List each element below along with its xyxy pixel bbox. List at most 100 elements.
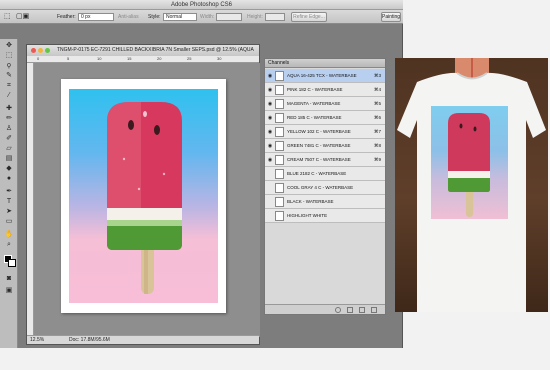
vertical-ruler[interactable] xyxy=(27,63,34,337)
antialias-checkbox[interactable]: Anti-alias xyxy=(118,14,139,20)
lasso-tool-icon[interactable]: ϙ xyxy=(4,62,14,70)
style-select[interactable]: Normal xyxy=(163,13,197,21)
eye-icon[interactable] xyxy=(267,199,273,205)
channel-thumbnail xyxy=(275,211,284,221)
channel-name: HIGHLIGHT WHITE xyxy=(287,213,328,218)
eye-icon[interactable] xyxy=(267,171,273,177)
close-icon[interactable] xyxy=(31,48,36,53)
channel-row[interactable]: HIGHLIGHT WHITE xyxy=(265,209,385,223)
new-channel-icon[interactable] xyxy=(359,307,365,313)
workspace-switcher[interactable]: Painting xyxy=(381,12,401,22)
pen-tool-icon[interactable]: ✒ xyxy=(4,188,14,196)
watermelon-popsicle-image xyxy=(107,102,182,294)
refine-edge-button[interactable]: Refine Edge... xyxy=(291,12,327,22)
history-brush-icon[interactable]: ✐ xyxy=(4,135,14,143)
ruler-tick: 5 xyxy=(67,56,70,61)
app-title: Adobe Photoshop CS6 xyxy=(170,2,233,8)
ruler-tick: 20 xyxy=(157,56,162,61)
tshirt-mockup-photo xyxy=(395,58,548,312)
document-tab[interactable]: TNGM-P-0175 EC-7291 CHILLED BACKXIBRIA 7… xyxy=(27,45,259,56)
load-selection-icon[interactable] xyxy=(335,307,341,313)
gradient-tool-icon[interactable]: ▤ xyxy=(4,155,14,163)
channel-shortcut: ⌘9 xyxy=(373,157,381,162)
channel-row[interactable]: ◉ RED 185 C - WATERBASE ⌘6 xyxy=(265,111,385,125)
channel-thumbnail xyxy=(275,183,284,193)
eye-icon[interactable]: ◉ xyxy=(267,101,273,107)
printed-popsicle-image xyxy=(448,113,490,217)
channel-row[interactable]: BLACK - WATERBASE xyxy=(265,195,385,209)
document-status-bar: 12.5% Doc: 17.8M/95.6M xyxy=(27,335,259,344)
feather-label: Feather: xyxy=(57,14,76,20)
channels-tab[interactable]: Channels xyxy=(265,59,385,68)
channel-name: RED 185 C - WATERBASE xyxy=(287,115,342,120)
zoom-window-icon[interactable] xyxy=(45,48,50,53)
channel-shortcut: ⌘3 xyxy=(373,73,381,78)
crop-tool-icon[interactable]: ⌗ xyxy=(4,82,14,90)
hand-tool-icon[interactable]: ✋ xyxy=(4,231,14,239)
channel-thumbnail xyxy=(275,113,284,123)
trash-icon[interactable] xyxy=(371,307,377,313)
quick-mask-icon[interactable]: ◙ xyxy=(4,275,14,283)
quick-select-icon[interactable]: ✎ xyxy=(4,72,14,80)
channel-shortcut: ⌘4 xyxy=(373,87,381,92)
channel-row[interactable]: ◉ CREAM 7507 C - WATERBASE ⌘9 xyxy=(265,153,385,167)
move-tool-icon[interactable]: ✥ xyxy=(4,42,14,50)
save-selection-icon[interactable] xyxy=(347,307,353,313)
ruler-tick: 15 xyxy=(127,56,132,61)
channel-row[interactable]: ◉ GREEN 7481 C - WATERBASE ⌘8 xyxy=(265,139,385,153)
healing-brush-icon[interactable]: ✚ xyxy=(4,105,14,113)
document-title: TNGM-P-0175 EC-7291 CHILLED BACKXIBRIA 7… xyxy=(57,47,254,53)
screen-mode-icon[interactable]: ▣ xyxy=(4,287,14,295)
channel-row[interactable]: COOL GRAY 4 C - WATERBASE xyxy=(265,181,385,195)
channel-name: MAGENTA - WATERBASE xyxy=(287,101,341,106)
eye-icon[interactable]: ◉ xyxy=(267,143,273,149)
eye-icon[interactable] xyxy=(267,185,273,191)
tools-panel: ✥ ⬚ ϙ ✎ ⌗ ⁄ ✚ ✏ ♙ ✐ ▱ ▤ ◆ ● ✒ T ➤ ▭ ✋ ⌕ … xyxy=(0,39,18,348)
dodge-tool-icon[interactable]: ● xyxy=(4,175,14,183)
channel-row[interactable]: ◉ YELLOW 102 C - WATERBASE ⌘7 xyxy=(265,125,385,139)
channel-name: GREEN 7481 C - WATERBASE xyxy=(287,143,351,148)
document-size[interactable]: Doc: 17.8M/95.6M xyxy=(69,336,110,345)
clone-stamp-icon[interactable]: ♙ xyxy=(4,125,14,133)
channel-row[interactable]: ◉ PINK 182 C - WATERBASE ⌘4 xyxy=(265,83,385,97)
shape-tool-icon[interactable]: ▭ xyxy=(4,218,14,226)
selection-mode-icon[interactable]: ▢▣ xyxy=(16,12,29,20)
height-label: Height: xyxy=(247,14,263,20)
document-page xyxy=(61,79,226,313)
eye-icon[interactable]: ◉ xyxy=(267,87,273,93)
channel-row[interactable]: ◉ MAGENTA - WATERBASE ⌘5 xyxy=(265,97,385,111)
marquee-tool-icon[interactable]: ⬚ xyxy=(4,12,11,20)
channels-panel: Channels ◉ AQUA 16-425 TCX - WATERBASE ⌘3 … xyxy=(264,58,386,315)
eye-icon[interactable]: ◉ xyxy=(267,157,273,163)
path-select-icon[interactable]: ➤ xyxy=(4,208,14,216)
canvas-area[interactable] xyxy=(34,63,260,337)
zoom-tool-icon[interactable]: ⌕ xyxy=(4,241,14,249)
eyedropper-icon[interactable]: ⁄ xyxy=(4,92,14,100)
blur-tool-icon[interactable]: ◆ xyxy=(4,165,14,173)
horizontal-ruler[interactable]: 0 5 10 15 20 25 30 xyxy=(27,56,259,63)
ruler-tick: 30 xyxy=(217,56,222,61)
brush-tool-icon[interactable]: ✏ xyxy=(4,115,14,123)
marquee-tool-icon[interactable]: ⬚ xyxy=(4,52,14,60)
style-label: Style: xyxy=(148,14,161,20)
channel-name: AQUA 16-425 TCX - WATERBASE xyxy=(287,73,357,78)
feather-input[interactable]: 0 px xyxy=(78,13,114,21)
channel-row[interactable]: BLUE 2182 C - WATERBASE xyxy=(265,167,385,181)
eye-icon[interactable]: ◉ xyxy=(267,129,273,135)
channel-thumbnail xyxy=(275,197,284,207)
zoom-level[interactable]: 12.5% xyxy=(30,336,44,345)
type-tool-icon[interactable]: T xyxy=(4,198,14,206)
eye-icon[interactable]: ◉ xyxy=(267,115,273,121)
background-color-swatch[interactable] xyxy=(8,259,16,267)
channel-row[interactable]: ◉ AQUA 16-425 TCX - WATERBASE ⌘3 xyxy=(265,69,385,83)
channel-thumbnail xyxy=(275,127,284,137)
eraser-icon[interactable]: ▱ xyxy=(4,145,14,153)
eye-icon[interactable]: ◉ xyxy=(267,73,273,79)
eye-icon[interactable] xyxy=(267,213,273,219)
width-input[interactable] xyxy=(216,13,242,21)
height-input[interactable] xyxy=(265,13,285,21)
channel-name: PINK 182 C - WATERBASE xyxy=(287,87,343,92)
channel-shortcut: ⌘6 xyxy=(373,115,381,120)
minimize-icon[interactable] xyxy=(38,48,43,53)
popsicle-artwork xyxy=(69,89,218,303)
